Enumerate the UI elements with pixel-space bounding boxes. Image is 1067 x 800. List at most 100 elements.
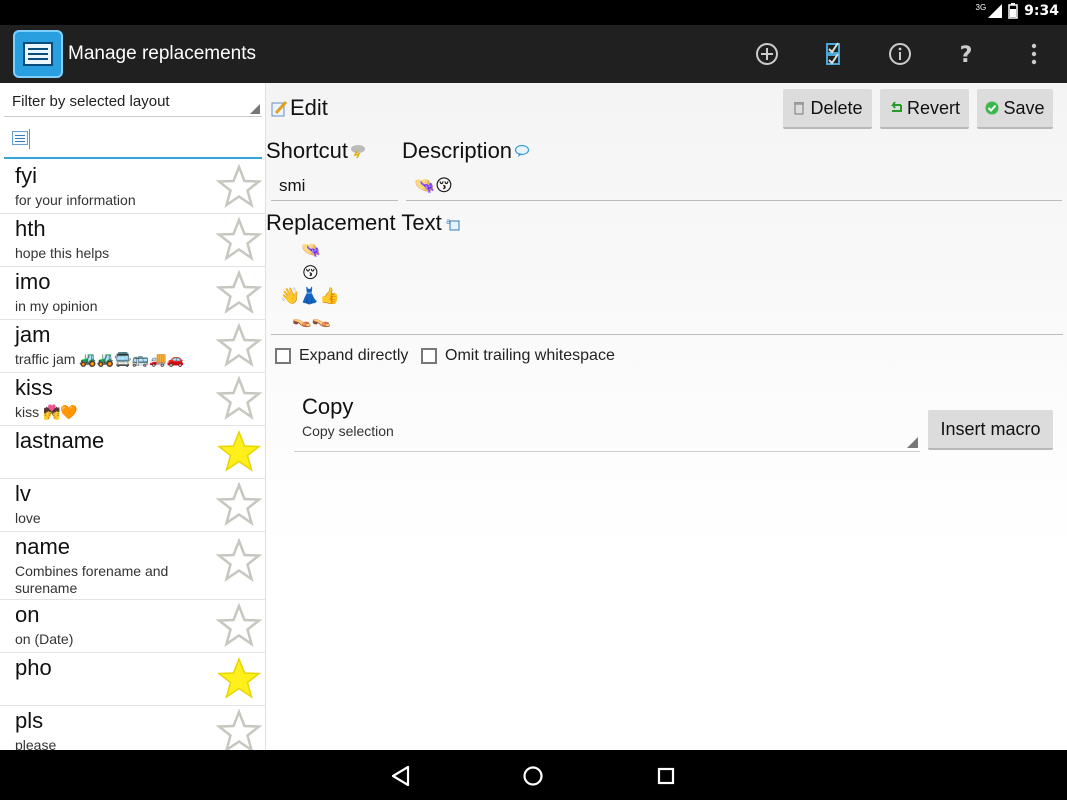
item-shortcut: name xyxy=(15,534,71,559)
macro-spinner[interactable]: Copy Copy selection xyxy=(294,388,920,452)
pencil-icon xyxy=(271,100,288,116)
replacement-text-label-text: Replacement Text xyxy=(266,210,442,235)
item-description: Combines forename and surename xyxy=(15,563,169,596)
help-button[interactable]: ? xyxy=(951,39,981,69)
description-field[interactable]: 👒😚 xyxy=(406,171,1062,201)
search-input[interactable] xyxy=(4,125,262,159)
item-shortcut: pho xyxy=(15,655,52,680)
revert-icon xyxy=(891,101,902,112)
list-item[interactable]: lastname xyxy=(0,426,265,479)
replacement-line: 👡👡 xyxy=(292,311,332,328)
delete-button-label: Delete xyxy=(810,97,863,118)
star-outline-icon[interactable] xyxy=(216,323,262,369)
item-shortcut: kiss xyxy=(15,375,53,400)
omit-whitespace-row[interactable]: Omit trailing whitespace xyxy=(421,347,615,365)
delete-button[interactable]: Delete xyxy=(783,89,872,129)
layout-filter-spinner[interactable]: Filter by selected layout xyxy=(4,91,262,117)
list-item[interactable]: on on (Date) xyxy=(0,600,265,653)
save-button[interactable]: Save xyxy=(977,89,1053,129)
list-item[interactable]: imo in my opinion xyxy=(0,267,265,320)
replacement-text-field[interactable]: 👒 😚 👋👗👍 👡👡 xyxy=(271,238,1063,335)
item-shortcut: lv xyxy=(15,481,31,506)
back-icon[interactable] xyxy=(386,762,414,790)
star-outline-icon[interactable] xyxy=(216,376,262,422)
recents-icon[interactable] xyxy=(652,762,680,790)
revert-button-label: Revert xyxy=(906,97,960,118)
item-shortcut: pls xyxy=(15,708,44,733)
star-outline-icon[interactable] xyxy=(216,709,262,750)
status-indicators: 3G 9:34 xyxy=(976,3,1060,20)
shortcut-field[interactable]: smi xyxy=(271,171,398,201)
item-shortcut: on xyxy=(15,602,40,627)
star-filled-icon[interactable] xyxy=(216,656,262,702)
list-item[interactable]: hth hope this helps xyxy=(0,214,265,267)
edit-heading-text: Edit xyxy=(290,95,328,120)
select-all-button[interactable] xyxy=(818,39,848,69)
replacement-list-panel: Filter by selected layout fyi for your i… xyxy=(0,83,266,750)
star-outline-icon[interactable] xyxy=(216,538,262,584)
item-shortcut: fyi xyxy=(15,163,37,188)
list-item[interactable]: lv love xyxy=(0,479,265,532)
expand-directly-checkbox[interactable] xyxy=(275,348,291,364)
macro-title: Copy xyxy=(302,394,354,419)
item-shortcut: jam xyxy=(15,322,51,347)
replacement-text-label: Replacement Text a xyxy=(266,210,460,236)
star-outline-icon[interactable] xyxy=(216,217,262,263)
home-icon[interactable] xyxy=(519,762,547,790)
list-item[interactable]: pho xyxy=(0,653,265,706)
dropdown-arrow-icon xyxy=(250,104,260,114)
macro-subtitle: Copy selection xyxy=(302,423,394,439)
list-item[interactable]: pls please xyxy=(0,706,265,750)
item-description: love xyxy=(15,510,41,526)
check-circle-icon xyxy=(985,101,999,115)
speech-bubble-icon xyxy=(514,144,530,157)
item-description: please xyxy=(15,737,57,750)
navigation-bar xyxy=(0,750,1067,800)
svg-text:?: ? xyxy=(960,43,973,67)
description-label-text: Description xyxy=(402,138,513,163)
item-description: on (Date) xyxy=(15,631,74,647)
app-title: Manage replacements xyxy=(68,43,256,64)
item-description: hope this helps xyxy=(15,245,110,261)
overflow-menu-icon xyxy=(1031,43,1037,65)
item-description: kiss 💏🧡 xyxy=(15,404,78,420)
list-item[interactable]: fyi for your information xyxy=(0,161,265,214)
replacement-list: fyi for your information hth hope this h… xyxy=(0,161,265,750)
item-description: for your information xyxy=(15,192,136,208)
replacement-line: 👋👗👍 xyxy=(280,288,340,305)
star-outline-icon[interactable] xyxy=(216,164,262,210)
expand-directly-row[interactable]: Expand directly xyxy=(275,347,408,365)
keyboard-icon xyxy=(23,42,53,66)
info-button[interactable] xyxy=(885,39,915,69)
star-filled-icon[interactable] xyxy=(216,429,262,475)
main-content: Filter by selected layout fyi for your i… xyxy=(0,83,1067,750)
keyboard-icon xyxy=(12,131,28,145)
list-item[interactable]: name Combines forename and surename xyxy=(0,532,265,600)
list-item[interactable]: jam traffic jam 🚜🚜🚍🚌🚚🚗 xyxy=(0,320,265,373)
description-label: Description xyxy=(402,138,530,164)
clock: 9:34 xyxy=(1024,3,1059,19)
omit-whitespace-checkbox[interactable] xyxy=(421,348,437,364)
svg-text:a: a xyxy=(446,217,451,226)
list-item[interactable]: kiss kiss 💏🧡 xyxy=(0,373,265,426)
help-icon: ? xyxy=(960,43,973,67)
insert-macro-button[interactable]: Insert macro xyxy=(928,410,1053,450)
item-shortcut: hth xyxy=(15,216,46,241)
overflow-menu-button[interactable] xyxy=(1019,39,1049,69)
app-icon[interactable] xyxy=(13,30,63,78)
shortcut-label: Shortcut xyxy=(266,138,366,164)
signal-icon xyxy=(988,4,1003,18)
star-outline-icon[interactable] xyxy=(216,482,262,528)
save-button-label: Save xyxy=(1003,97,1045,118)
add-button[interactable] xyxy=(752,39,782,69)
revert-button[interactable]: Revert xyxy=(880,89,969,129)
layout-filter-label: Filter by selected layout xyxy=(12,93,170,110)
star-outline-icon[interactable] xyxy=(216,270,262,316)
star-outline-icon[interactable] xyxy=(216,603,262,649)
dropdown-arrow-icon xyxy=(907,437,918,448)
replacement-line: 😚 xyxy=(302,265,319,282)
status-bar: 3G 9:34 xyxy=(0,0,1067,25)
text-cursor xyxy=(29,129,30,149)
info-icon xyxy=(889,43,911,65)
shortcut-label-text: Shortcut xyxy=(266,138,348,163)
